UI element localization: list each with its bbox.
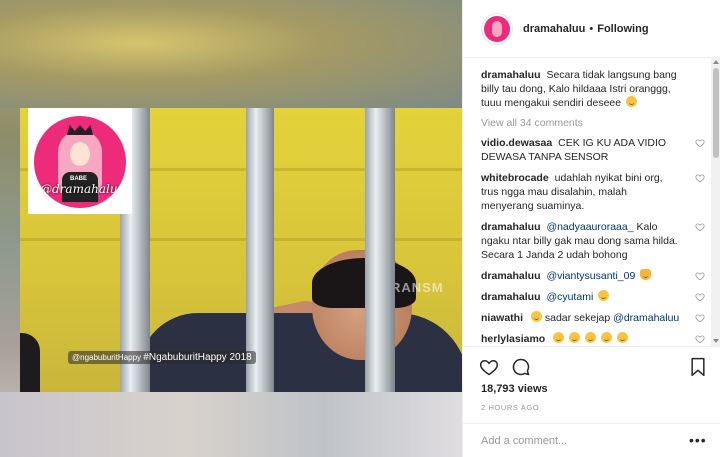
comments-scrollbar[interactable] — [711, 58, 720, 346]
rofl-emoji-icon — [553, 332, 565, 343]
comment-item: dramahaluu @viantysusanti_09 — [481, 269, 705, 283]
like-comment-heart-icon[interactable] — [695, 271, 705, 281]
comment-username[interactable]: dramahaluu — [481, 291, 541, 303]
comment-item: whitebrocade udahlah nyikat bini org, tr… — [481, 171, 705, 213]
scrollbar-thumb[interactable] — [713, 68, 719, 158]
avatar[interactable] — [481, 12, 513, 45]
comments-list[interactable]: dramahaluu Secara tidak langsung bang bi… — [463, 58, 720, 346]
comment-mention[interactable]: @nadyaauroraaa_ — [546, 221, 633, 233]
channel-logo: BABE @dramahaluu — [28, 108, 132, 214]
comment-text: sadar sekejap — [544, 312, 611, 324]
like-comment-heart-icon[interactable] — [695, 173, 705, 183]
post-caption: dramahaluu Secara tidak langsung bang bi… — [481, 68, 691, 110]
video-caption-tag: #NgabuburitHappy 2018 — [143, 352, 252, 363]
comment-mention[interactable]: @dramahaluu — [613, 312, 679, 324]
left-figure — [20, 333, 40, 392]
header-username[interactable]: dramahaluu — [523, 23, 585, 35]
cell-bar — [246, 108, 274, 392]
comment-username[interactable]: dramahaluu — [481, 221, 541, 233]
post-header: dramahaluu • Following — [463, 0, 720, 58]
grinning-emoji-icon — [530, 311, 542, 322]
follow-button[interactable]: Following — [597, 23, 648, 35]
rofl-emoji-icon — [584, 332, 596, 343]
view-count[interactable]: 18,793 views — [481, 383, 548, 395]
blurred-background-top — [0, 0, 462, 108]
view-all-comments-link[interactable]: View all 34 comments — [481, 117, 691, 129]
comment-mention[interactable]: @viantysusanti_09 — [546, 270, 635, 282]
rofl-emoji-icon — [600, 332, 612, 343]
video-caption: @ngabuburitHappy #NgabuburitHappy 2018 — [68, 351, 256, 364]
comment-item: niawathi sadar sekejap @dramahaluu — [481, 311, 705, 325]
post-timestamp[interactable]: 2 HOURS AGO — [481, 403, 539, 412]
bookmark-icon[interactable] — [689, 357, 707, 377]
comment-username[interactable]: vidio.dewasaa — [481, 137, 552, 149]
comment-item: dramahaluu @nadyaauroraaa_ Kalo ngaku nt… — [481, 220, 705, 262]
comment-item: vidio.dewasaa CEK IG KU ADA VIDIO DEWASA… — [481, 136, 705, 164]
video-caption-handle: @ngabuburitHappy — [72, 353, 142, 362]
more-options-icon[interactable]: ••• — [689, 432, 707, 448]
like-comment-heart-icon[interactable] — [695, 334, 705, 344]
add-comment-section: ••• — [463, 423, 720, 457]
avatar-image — [484, 15, 510, 42]
thumbs-up-emoji-icon — [640, 269, 652, 280]
comment-mention[interactable]: @cyutami — [546, 291, 593, 303]
like-comment-heart-icon[interactable] — [695, 292, 705, 302]
cell-bar — [365, 108, 395, 392]
logo-script: @dramahaluu — [40, 182, 126, 196]
comment-item: dramahaluu @cyutami — [481, 290, 705, 304]
comment-username[interactable]: herlylasiamo — [481, 333, 545, 345]
logo-circle: BABE @dramahaluu — [34, 116, 126, 208]
comment-bubble-icon[interactable] — [511, 357, 531, 377]
header-separator: • — [589, 22, 594, 35]
scroll-down-arrow-icon[interactable] — [713, 339, 719, 343]
post-sidebar: dramahaluu • Following dramahaluu Secara… — [462, 0, 720, 457]
rofl-emoji-icon — [569, 332, 581, 343]
logo-face — [70, 142, 90, 166]
post-actions — [463, 346, 720, 380]
like-comment-heart-icon[interactable] — [695, 138, 705, 148]
crown-icon — [67, 125, 93, 135]
comment-username[interactable]: dramahaluu — [481, 270, 541, 282]
caption-username[interactable]: dramahaluu — [481, 69, 541, 81]
video-frame[interactable]: TRANSM @ngabuburitHappy #NgabuburitHappy… — [20, 108, 462, 392]
add-comment-input[interactable] — [481, 433, 681, 449]
like-comment-heart-icon[interactable] — [695, 222, 705, 232]
rofl-emoji-icon — [616, 332, 628, 343]
laughing-emoji-icon — [598, 290, 610, 301]
comment-username[interactable]: whitebrocade — [481, 172, 549, 184]
comment-item: herlylasiamo — [481, 332, 705, 346]
like-heart-icon[interactable] — [479, 357, 499, 377]
comment-username[interactable]: niawathi — [481, 312, 523, 324]
post-media[interactable]: TRANSM @ngabuburitHappy #NgabuburitHappy… — [0, 0, 462, 457]
wall-stripe — [20, 238, 462, 241]
blurred-background-bottom — [0, 392, 462, 457]
like-comment-heart-icon[interactable] — [695, 313, 705, 323]
thinking-emoji-icon — [626, 96, 638, 107]
scroll-up-arrow-icon[interactable] — [713, 60, 719, 64]
